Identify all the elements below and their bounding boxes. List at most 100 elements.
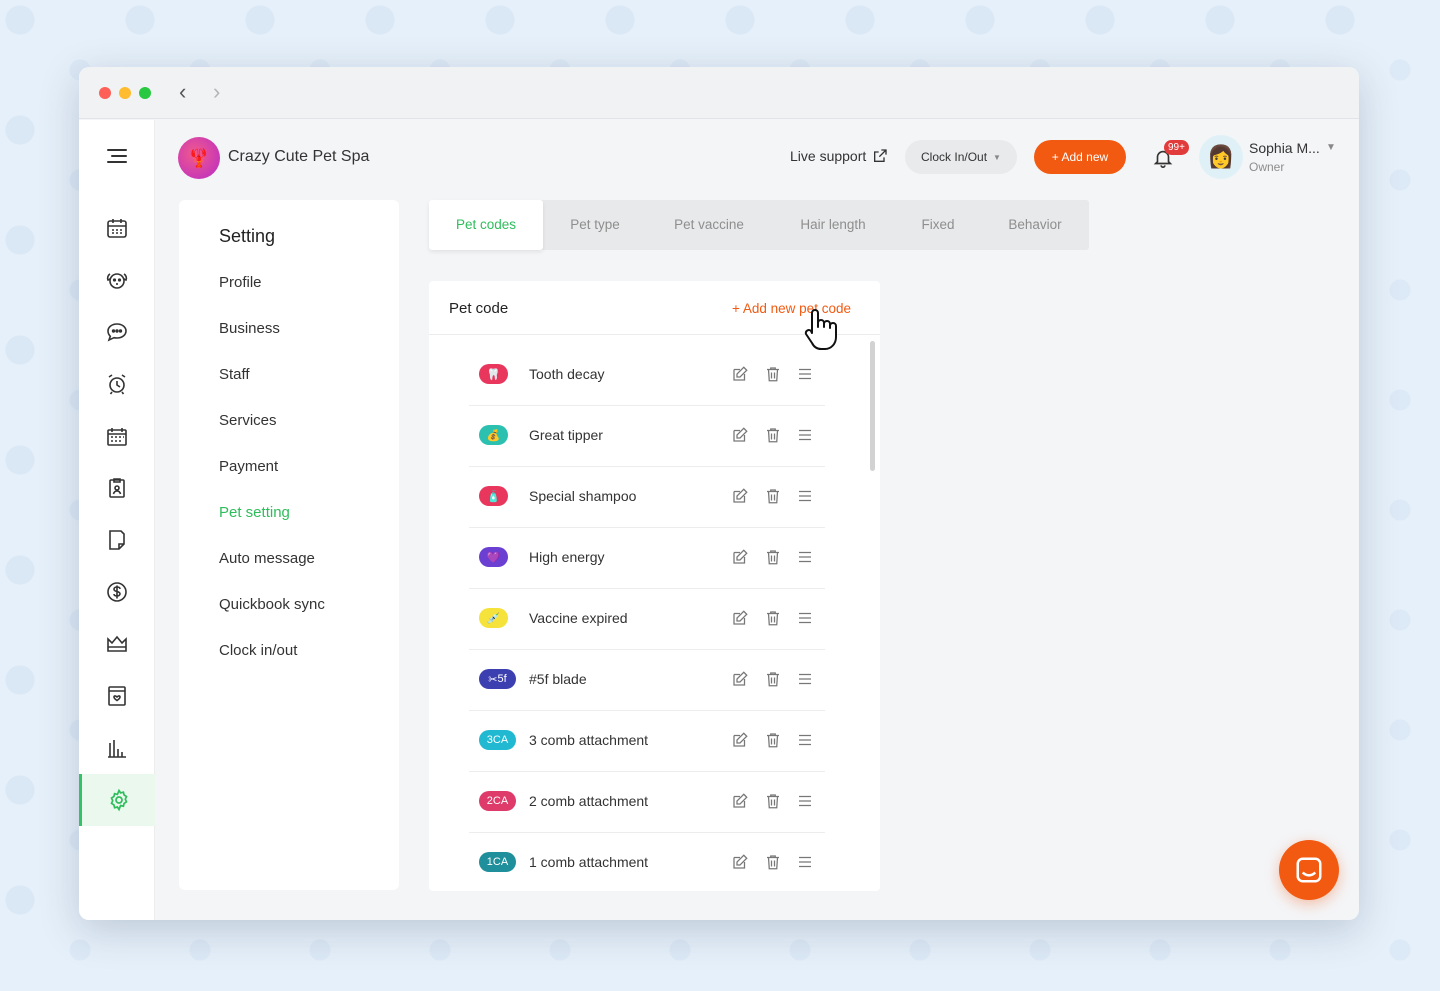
notification-badge: 99+ <box>1164 140 1189 155</box>
edit-icon[interactable] <box>731 853 749 871</box>
pet-code-row: 🦷 Tooth decay <box>469 345 825 406</box>
menu-icon[interactable] <box>79 130 155 182</box>
edit-icon[interactable] <box>731 548 749 566</box>
heart-icon: 💜 <box>479 547 508 567</box>
trash-icon[interactable] <box>764 792 782 810</box>
trash-icon[interactable] <box>764 853 782 871</box>
settings-item-quickbook-sync[interactable]: Quickbook sync <box>219 596 325 613</box>
window-titlebar: ‹ › <box>79 67 1359 119</box>
app-window: ‹ › 🦞 Crazy Cute Pet Spa Live support Cl… <box>79 67 1359 920</box>
reports-icon[interactable] <box>79 514 155 566</box>
tab-pet-vaccine[interactable]: Pet vaccine <box>647 200 771 250</box>
calendar-icon[interactable] <box>79 202 155 254</box>
trash-icon[interactable] <box>764 609 782 627</box>
drag-handle-icon[interactable] <box>796 792 814 810</box>
settings-item-clock-in-out[interactable]: Clock in/out <box>219 642 297 659</box>
chevron-down-icon[interactable]: ▼ <box>1326 142 1336 153</box>
pet-code-row: 2CA 2 comb attachment <box>469 772 825 833</box>
dollar-icon[interactable] <box>79 566 155 618</box>
drag-handle-icon[interactable] <box>796 853 814 871</box>
user-name[interactable]: Sophia M... <box>1249 140 1320 156</box>
settings-item-services[interactable]: Services <box>219 412 277 429</box>
minimize-window-button[interactable] <box>119 87 131 99</box>
pet-setting-tabs: Pet codes Pet type Pet vaccine Hair leng… <box>429 200 1089 250</box>
clock-in-out-button[interactable]: Clock In/Out ▼ <box>905 140 1017 174</box>
settings-icon[interactable] <box>79 774 155 826</box>
settings-item-business[interactable]: Business <box>219 320 280 337</box>
edit-icon[interactable] <box>731 487 749 505</box>
analytics-icon[interactable] <box>79 722 155 774</box>
drag-handle-icon[interactable] <box>796 487 814 505</box>
edit-icon[interactable] <box>731 731 749 749</box>
trash-icon[interactable] <box>764 365 782 383</box>
pet-code-label: High energy <box>529 549 605 565</box>
card-title: Pet code <box>449 300 509 317</box>
pet-code-label: Great tipper <box>529 427 603 443</box>
settings-title: Setting <box>219 226 276 246</box>
archive-icon[interactable] <box>79 670 155 722</box>
drag-handle-icon[interactable] <box>796 548 814 566</box>
settings-item-profile[interactable]: Profile <box>219 274 262 291</box>
drag-handle-icon[interactable] <box>796 365 814 383</box>
tab-behavior[interactable]: Behavior <box>981 200 1089 250</box>
drag-handle-icon[interactable] <box>796 670 814 688</box>
pet-code-pill: ✂ 5f <box>479 669 516 689</box>
add-new-button[interactable]: + Add new <box>1034 140 1126 174</box>
maximize-window-button[interactable] <box>139 87 151 99</box>
list-scrollbar[interactable] <box>870 341 875 471</box>
live-support-link[interactable]: Live support <box>790 148 888 164</box>
pet-code-row: 💉 Vaccine expired <box>469 589 825 650</box>
pet-code-label: Special shampoo <box>529 488 637 504</box>
trash-icon[interactable] <box>764 731 782 749</box>
crown-icon[interactable] <box>79 618 155 670</box>
edit-icon[interactable] <box>731 792 749 810</box>
avatar[interactable]: 👩 <box>1199 135 1243 179</box>
close-window-button[interactable] <box>99 87 111 99</box>
clipboard-icon[interactable] <box>79 462 155 514</box>
edit-icon[interactable] <box>731 426 749 444</box>
pet-code-pill: 2CA <box>479 791 516 811</box>
chevron-down-icon: ▼ <box>993 152 1001 162</box>
drag-handle-icon[interactable] <box>796 731 814 749</box>
tab-fixed[interactable]: Fixed <box>895 200 981 250</box>
edit-icon[interactable] <box>731 670 749 688</box>
live-support-label: Live support <box>790 148 867 164</box>
chat-support-button[interactable] <box>1279 840 1339 900</box>
hand-pointer-cursor-icon <box>804 309 837 350</box>
back-arrow-icon[interactable]: ‹ <box>179 80 186 104</box>
tab-pet-type[interactable]: Pet type <box>543 200 647 250</box>
pet-code-row: 💰 Great tipper <box>469 406 825 467</box>
trash-icon[interactable] <box>764 487 782 505</box>
top-bar: 🦞 Crazy Cute Pet Spa Live support Clock … <box>156 120 1359 195</box>
trash-icon[interactable] <box>764 548 782 566</box>
pet-icon[interactable] <box>79 254 155 306</box>
pet-code-pill: 3CA <box>479 730 516 750</box>
schedule-icon[interactable] <box>79 410 155 462</box>
trash-icon[interactable] <box>764 670 782 688</box>
external-link-icon <box>874 149 887 162</box>
pet-code-label: 2 comb attachment <box>529 793 649 809</box>
settings-item-payment[interactable]: Payment <box>219 458 278 475</box>
lobster-logo-icon: 🦞 <box>178 137 220 179</box>
drag-handle-icon[interactable] <box>796 609 814 627</box>
main-sidebar <box>79 120 155 920</box>
pet-code-pill: 1CA <box>479 852 516 872</box>
trash-icon[interactable] <box>764 426 782 444</box>
syringe-icon: 💉 <box>479 608 508 628</box>
alarm-icon[interactable] <box>79 358 155 410</box>
settings-item-staff[interactable]: Staff <box>219 366 250 383</box>
forward-arrow-icon[interactable]: › <box>213 80 220 104</box>
pet-code-label: 3 comb attachment <box>529 732 649 748</box>
scissors-icon: ✂ <box>488 673 498 686</box>
chat-icon[interactable] <box>79 306 155 358</box>
tab-hair-length[interactable]: Hair length <box>771 200 895 250</box>
settings-menu: Setting Profile Business Staff Services … <box>179 200 399 890</box>
chat-bubble-icon <box>1296 857 1322 883</box>
edit-icon[interactable] <box>731 609 749 627</box>
settings-item-pet-setting[interactable]: Pet setting <box>219 504 290 521</box>
tab-pet-codes[interactable]: Pet codes <box>429 200 543 250</box>
edit-icon[interactable] <box>731 365 749 383</box>
shampoo-bottle-icon: 🧴 <box>479 486 508 506</box>
settings-item-auto-message[interactable]: Auto message <box>219 550 315 567</box>
drag-handle-icon[interactable] <box>796 426 814 444</box>
